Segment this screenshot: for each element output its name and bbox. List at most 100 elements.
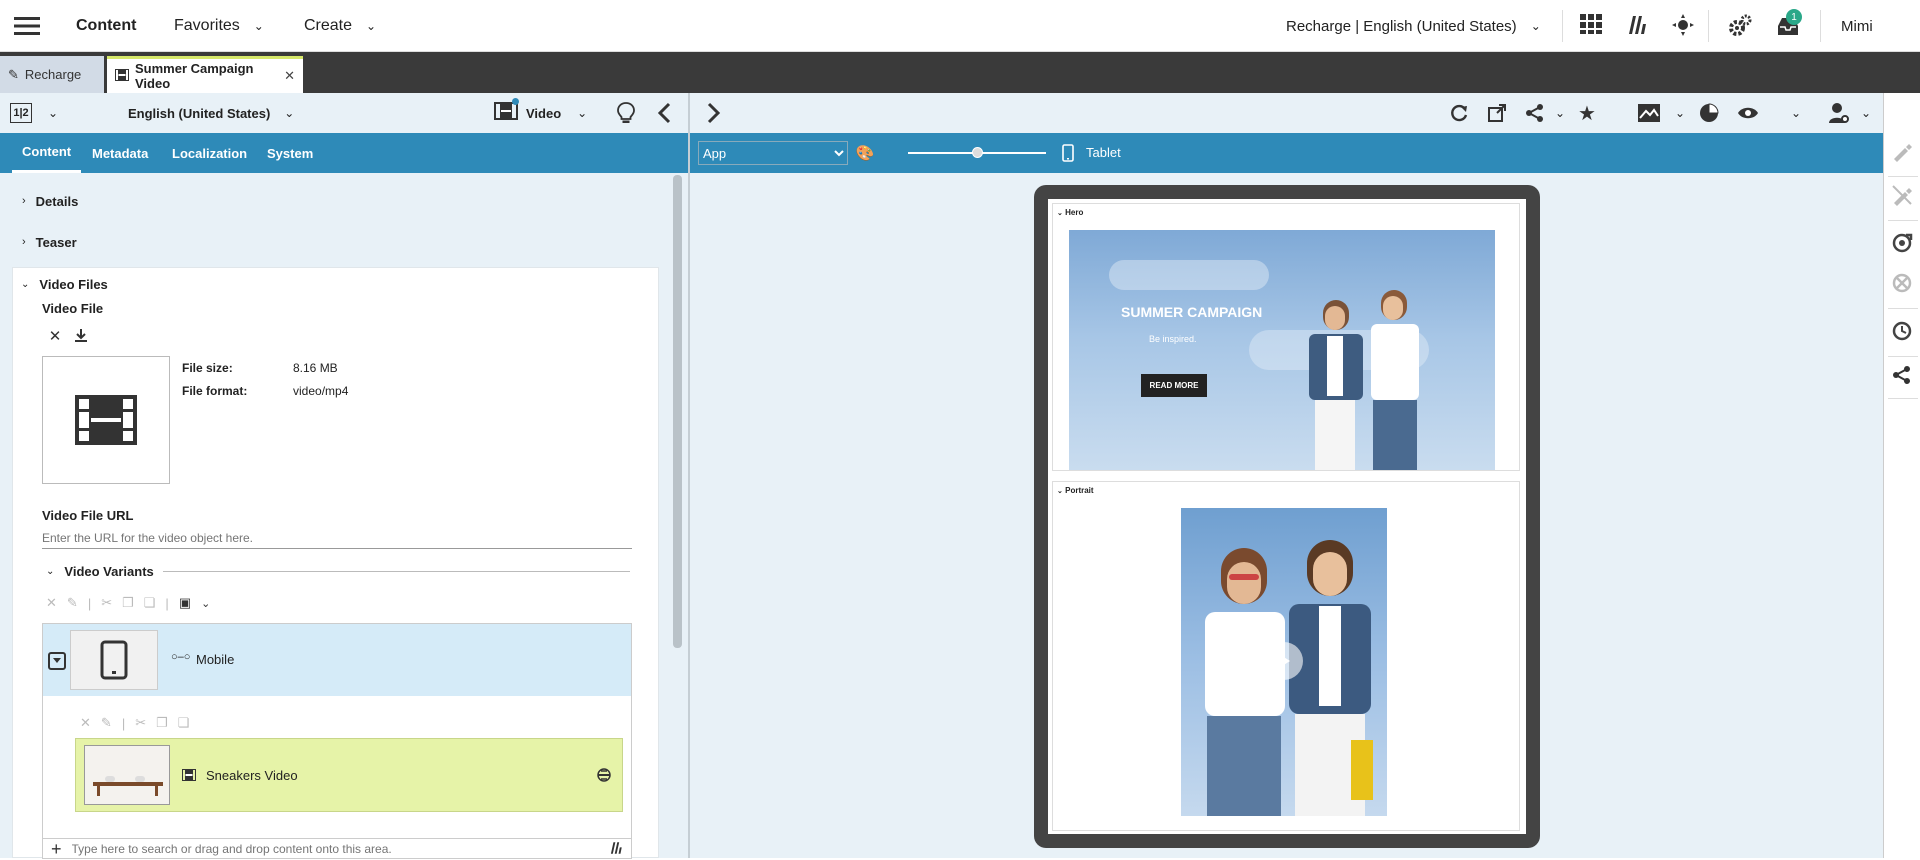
separator: | [87, 595, 92, 611]
variant-row-mobile[interactable]: ○–○ Mobile [43, 624, 631, 696]
collapse-toggle-icon[interactable] [48, 652, 66, 670]
site-locale-selector[interactable]: Recharge | English (United States) ⌄ [1286, 0, 1541, 52]
doctype-selector[interactable]: Video ⌄ [494, 93, 587, 133]
share-icon[interactable] [1890, 363, 1914, 387]
chevron-down-icon[interactable]: ⌄ [1788, 102, 1804, 124]
editor-scrollbar[interactable] [673, 175, 682, 648]
section-teaser[interactable]: › Teaser [22, 232, 77, 252]
play-icon[interactable] [1265, 642, 1303, 680]
hamburger-menu-icon[interactable] [14, 0, 40, 52]
video-file-url-input[interactable] [42, 527, 632, 549]
refresh-icon[interactable] [1448, 102, 1470, 124]
tab-metadata[interactable]: Metadata [92, 133, 148, 173]
hero-read-more-button[interactable]: READ MORE [1141, 374, 1207, 397]
tab-localization[interactable]: Localization [172, 133, 247, 173]
create-menu[interactable]: Create ⌄ [304, 0, 376, 52]
notification-badge: 1 [1786, 9, 1802, 25]
user-menu[interactable]: Mimi [1841, 0, 1873, 52]
drop-zone[interactable]: + [43, 838, 631, 859]
publish-icon[interactable] [1890, 231, 1914, 255]
eye-icon[interactable] [1736, 102, 1760, 124]
tab-content[interactable]: Content [12, 133, 82, 173]
copy-icon[interactable]: ❐ [156, 715, 168, 731]
search-drop-input[interactable] [71, 842, 572, 856]
tablet-icon [100, 640, 128, 680]
cut-icon[interactable]: ✂ [101, 595, 112, 611]
user-settings-icon[interactable] [1828, 102, 1850, 124]
approve-icon[interactable] [1890, 139, 1914, 163]
cut-icon[interactable]: ✂ [135, 715, 146, 731]
locale-selector[interactable]: English (United States) ⌄ [128, 93, 294, 133]
star-icon[interactable]: ★ [1576, 102, 1598, 125]
separator: | [165, 595, 169, 611]
share-icon[interactable] [1524, 102, 1546, 124]
status-dot [512, 97, 519, 105]
chevron-down-icon[interactable]: ⌄ [44, 103, 62, 123]
top-bar: Content Favorites ⌄ Create ⌄ Recharge | … [0, 0, 1920, 52]
editor-tabs: Content Metadata Localization System [0, 133, 688, 173]
close-tab-icon[interactable]: ✕ [284, 68, 295, 84]
chevron-down-icon[interactable]: ⌄ [1858, 102, 1874, 124]
hero-section-label: ⌄ Hero [1057, 208, 1084, 217]
open-external-icon[interactable] [1486, 102, 1508, 124]
edit-disabled-icon[interactable] [1890, 183, 1914, 207]
video-thumbnail[interactable] [42, 356, 170, 484]
lightbulb-icon[interactable] [614, 101, 638, 125]
favorites-menu[interactable]: Favorites ⌄ [174, 0, 264, 52]
paste-icon[interactable]: ❏ [178, 715, 190, 731]
withdraw-icon[interactable] [1890, 271, 1914, 295]
pencil-icon[interactable]: ✎ [101, 715, 112, 731]
chevron-down-icon[interactable]: ⌄ [1672, 102, 1688, 124]
section-video-files[interactable]: ⌄ Video Files [21, 274, 108, 294]
tab-system[interactable]: System [267, 133, 313, 173]
schedule-publish-icon[interactable] [1890, 319, 1914, 343]
paste-icon[interactable]: ❏ [144, 595, 156, 611]
sneakers-video-thumbnail [84, 745, 170, 805]
copy-icon[interactable]: ❐ [122, 595, 134, 611]
view-mode-icon[interactable]: 1|2 [10, 103, 32, 123]
chevron-down-icon: ⌄ [366, 19, 377, 33]
tablet-screen: ⌄ Hero SUMMER CAMPAIGN Be inspired. READ… [1048, 199, 1526, 834]
zoom-slider-handle[interactable] [972, 147, 983, 158]
pencil-icon[interactable]: ✎ [67, 595, 78, 611]
site-locale-label: Recharge | English (United States) [1286, 17, 1517, 35]
portrait-section[interactable]: ⌄ Portrait [1052, 481, 1520, 831]
remove-icon[interactable]: ✕ [47, 328, 63, 345]
expand-right-icon[interactable] [702, 101, 726, 125]
download-icon[interactable] [73, 328, 89, 344]
tab-summer-campaign-video[interactable]: Summer Campaign Video ✕ [107, 56, 303, 93]
tab-recharge-label: Recharge [24, 67, 82, 82]
variant-mobile-label: Mobile [196, 652, 235, 667]
image-icon[interactable] [1636, 102, 1662, 124]
device-label: Tablet [1086, 145, 1121, 160]
chevron-down-icon[interactable]: ⌄ [1552, 102, 1568, 124]
palette-icon[interactable]: 🎨 [856, 144, 875, 162]
chevron-down-icon[interactable]: ⌄ [201, 597, 210, 610]
doctype-label: Video [526, 105, 562, 121]
chevron-down-icon: ⌄ [284, 106, 295, 120]
separator: | [121, 715, 126, 731]
collapse-left-icon[interactable] [652, 101, 676, 125]
model-figure [1285, 540, 1375, 816]
divider [163, 571, 630, 572]
workflow-icon[interactable] [1672, 14, 1694, 36]
library-icon[interactable] [609, 841, 623, 860]
library-icon[interactable] [1626, 14, 1648, 36]
apps-grid-icon[interactable] [1580, 14, 1602, 36]
create-document-icon[interactable]: ▣ [179, 595, 191, 611]
remove-icon[interactable]: ✕ [80, 715, 91, 731]
remove-icon[interactable]: ✕ [46, 595, 57, 611]
gears-icon[interactable] [1728, 14, 1752, 38]
app-title: Content [76, 17, 137, 34]
hero-section[interactable]: ⌄ Hero SUMMER CAMPAIGN Be inspired. READ… [1052, 203, 1520, 471]
section-details[interactable]: › Details [22, 191, 78, 211]
variant-row-sneakers-video[interactable]: Sneakers Video [75, 738, 623, 812]
preview-pane: ⌄ ★ ⌄ ⌄ ⌄ App 🎨 Tablet ⌄ Hero SUMMER CAM… [690, 93, 1883, 858]
video-variants-header[interactable]: ⌄ Video Variants [46, 562, 154, 580]
pie-chart-icon[interactable] [1698, 102, 1720, 124]
channel-select[interactable]: App [698, 141, 848, 165]
add-icon[interactable]: + [51, 839, 62, 860]
divider [1820, 10, 1821, 42]
video-file-url-label: Video File URL [42, 508, 134, 523]
tab-recharge[interactable]: ✎ Recharge [0, 56, 104, 93]
